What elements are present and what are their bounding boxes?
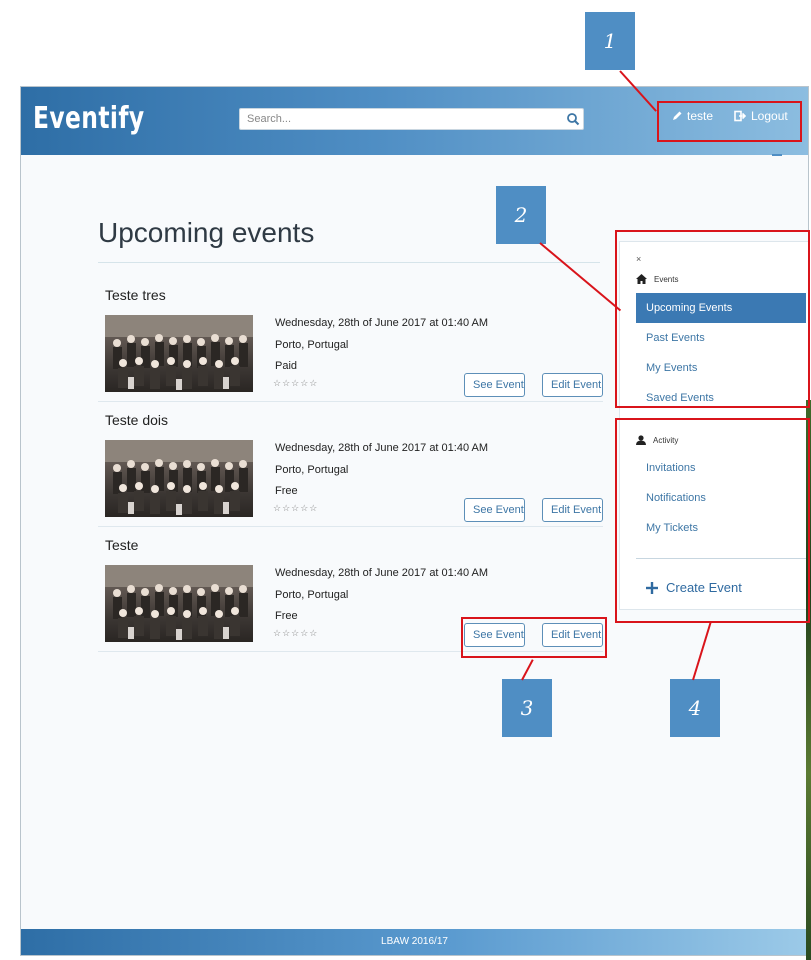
annotation-box-4 [615,418,810,623]
event-card: Teste dois Wednesday, 28th of June 2017 … [98,402,603,527]
event-date: Wednesday, 28th of June 2017 at 01:40 AM [275,317,489,329]
event-price: Free [275,610,298,622]
event-photo[interactable] [105,315,253,392]
page-title: Upcoming events [98,217,315,248]
event-rating[interactable]: ☆☆☆☆☆ [273,503,318,514]
event-date: Wednesday, 28th of June 2017 at 01:40 AM [275,442,489,454]
event-photo[interactable] [105,440,253,517]
event-location: Porto, Portugal [275,589,349,601]
see-event-button[interactable]: See Event [464,498,525,522]
annotation-1: 1 [585,12,635,70]
event-price: Paid [275,360,298,372]
event-name[interactable]: Teste tres [105,287,166,303]
event-rating[interactable]: ☆☆☆☆☆ [273,628,318,639]
footer: LBAW 2016/17 [21,929,808,955]
sidebar-top-accent [772,154,782,156]
annotation-box-1 [657,101,802,142]
event-date: Wednesday, 28th of June 2017 at 01:40 AM [275,567,489,579]
annotation-4: 4 [670,679,720,737]
event-location: Porto, Portugal [275,464,349,476]
search-input[interactable] [239,108,584,130]
annotation-box-2 [615,230,810,408]
search-icon[interactable] [566,112,580,126]
annotation-box-3 [461,617,607,658]
star-icon[interactable]: ☆☆☆☆☆ [273,503,318,514]
brand-logo[interactable]: Eventify [33,101,145,136]
edit-event-button[interactable]: Edit Event [542,373,603,397]
star-icon[interactable]: ☆☆☆☆☆ [273,628,318,639]
event-rating[interactable]: ☆☆☆☆☆ [273,378,318,389]
star-icon[interactable]: ☆☆☆☆☆ [273,378,318,389]
event-card: Teste tres Wednesday, 28th of June 2017 … [98,277,603,402]
edit-event-button[interactable]: Edit Event [542,498,603,522]
event-name[interactable]: Teste dois [105,412,168,428]
annotation-2: 2 [496,186,546,244]
event-location: Porto, Portugal [275,339,349,351]
annotation-3: 3 [502,679,552,737]
event-name[interactable]: Teste [105,537,138,553]
event-price: Free [275,485,298,497]
event-photo[interactable] [105,565,253,642]
see-event-button[interactable]: See Event [464,373,525,397]
title-divider [98,262,600,263]
